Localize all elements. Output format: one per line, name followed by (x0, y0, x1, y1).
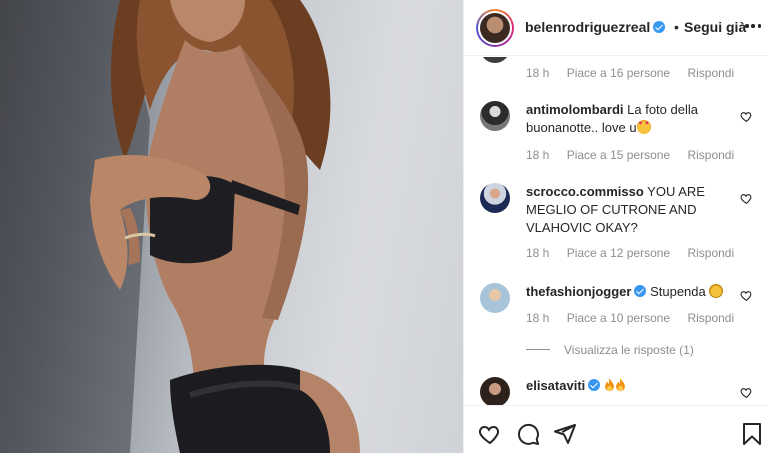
comment-likes[interactable]: Piace a 12 persone (567, 246, 670, 260)
smile-emoji-icon (709, 284, 724, 298)
comment-likes[interactable]: Piace a 15 persone (567, 148, 670, 162)
comment-reply-button[interactable]: Rispondi (687, 148, 734, 162)
bookmark-icon[interactable] (740, 422, 764, 446)
fire-emoji-icon (616, 378, 625, 392)
comment-reply-button[interactable]: Rispondi (687, 311, 734, 325)
comment-meta: 18 h Piace a 16 persone Rispondi (526, 66, 734, 80)
comment-avatar[interactable] (480, 183, 510, 213)
comment-reply-button[interactable]: Rispondi (687, 246, 734, 260)
comment-avatar[interactable] (480, 283, 510, 313)
comments-list[interactable]: 18 h Piace a 16 persone Rispondi antimol… (464, 57, 768, 405)
like-comment-heart-icon[interactable] (740, 386, 753, 399)
comment-reply-button[interactable]: Rispondi (687, 66, 734, 80)
follow-separator: • (674, 19, 679, 35)
comment-likes[interactable]: Piace a 16 persone (567, 66, 670, 80)
like-comment-heart-icon[interactable] (740, 192, 753, 205)
comment-meta: 18 h Piace a 10 persone Rispondi (526, 311, 748, 325)
comment-text: elisataviti (526, 377, 736, 395)
paper-plane-icon[interactable] (553, 422, 577, 446)
comment-icon[interactable] (516, 422, 540, 446)
post-header: belenrodriguezreal • Segui già (464, 0, 768, 56)
comment-time: 18 h (526, 246, 550, 260)
comment-avatar[interactable] (480, 57, 510, 63)
heart-eyes-emoji-icon (636, 120, 651, 134)
comment-text: scrocco.commisso YOU ARE MEGLIO OF CUTRO… (526, 183, 736, 237)
verified-badge-icon (634, 285, 647, 297)
comment-time: 18 h (526, 311, 550, 325)
heart-icon[interactable] (478, 422, 502, 446)
verified-badge-icon (588, 379, 601, 391)
comment-likes[interactable]: Piace a 10 persone (567, 311, 670, 325)
comment-text: thefashionjogger Stupenda (526, 283, 736, 301)
like-comment-heart-icon[interactable] (740, 289, 753, 302)
post-side-panel: belenrodriguezreal • Segui già 18 h Piac… (463, 0, 768, 453)
post-photo[interactable] (0, 0, 463, 453)
post-photo-illustration (0, 0, 360, 453)
comment-text: antimolombardi La foto della buonanotte.… (526, 101, 736, 137)
comment-time: 18 h (526, 66, 550, 80)
post-actions-bar (464, 405, 768, 453)
follow-button[interactable]: Segui già (684, 19, 746, 35)
view-replies-label[interactable]: Visualizza le risposte (1) (564, 343, 694, 357)
comment-meta: 18 h Piace a 15 persone Rispondi (526, 148, 748, 162)
author-avatar-image (480, 13, 510, 43)
more-dots-icon[interactable] (745, 18, 761, 34)
comment-username[interactable]: thefashionjogger (526, 284, 631, 299)
comment-avatar[interactable] (480, 377, 510, 405)
comment-meta: 18 h Piace a 12 persone Rispondi (526, 246, 748, 260)
verified-badge-icon (653, 21, 666, 33)
author-username-text[interactable]: belenrodriguezreal (525, 19, 650, 35)
like-comment-heart-icon[interactable] (740, 110, 753, 123)
comment-username[interactable]: elisataviti (526, 378, 585, 393)
replies-dash (526, 349, 550, 350)
comment-username[interactable]: antimolombardi (526, 102, 624, 117)
fire-emoji-icon (605, 378, 614, 392)
comment-time: 18 h (526, 148, 550, 162)
author-username[interactable]: belenrodriguezreal (525, 19, 666, 35)
comment-avatar[interactable] (480, 101, 510, 131)
comment-username[interactable]: scrocco.commisso (526, 184, 644, 199)
author-avatar[interactable] (476, 9, 514, 47)
view-replies-link[interactable]: Visualizza le risposte (1) (526, 343, 694, 357)
comment-body: Stupenda (650, 284, 706, 299)
